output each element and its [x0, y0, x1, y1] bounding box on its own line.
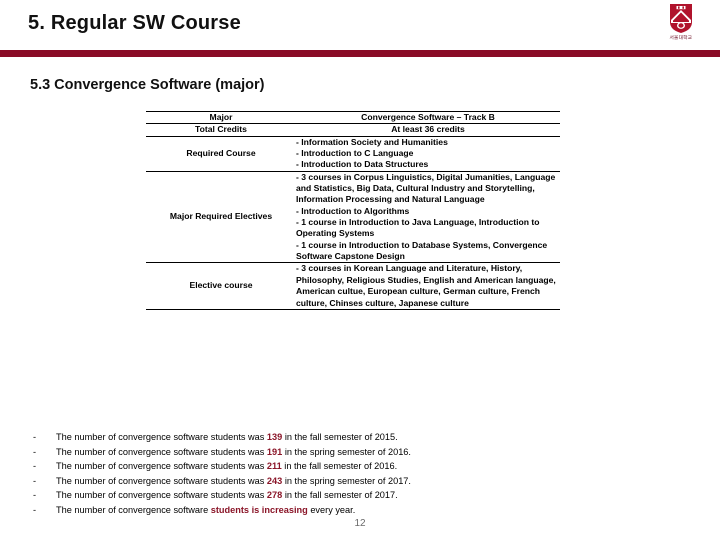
course-line: - Introduction to Data Structures [296, 159, 429, 170]
bullet-dash: - [33, 504, 37, 515]
list-item: - The number of convergence software stu… [28, 474, 628, 489]
list-item: - The number of convergence software stu… [28, 459, 628, 474]
table-row: Total Credits At least 36 credits [146, 123, 560, 137]
note-text: The number of convergence software stude… [56, 459, 628, 474]
note-text: The number of convergence software stude… [56, 488, 628, 503]
row-label: Elective course [146, 262, 296, 310]
curriculum-table: Major Convergence Software – Track B Tot… [146, 110, 560, 310]
note-suffix: in the spring semester of 2016. [282, 446, 411, 457]
table-row: Elective course - 3 courses in Korean La… [146, 262, 560, 310]
note-prefix: The number of convergence software stude… [56, 446, 267, 457]
course-line: - Introduction to Algorithms [296, 205, 410, 216]
course-line: - Information Society and Humanities [296, 136, 448, 147]
university-logo: 서울대학교 [656, 3, 706, 49]
course-line: - 1 course in Introduction to Java Langu… [296, 217, 540, 239]
row-value: - Information Society and Humanities - I… [296, 136, 560, 172]
note-suffix: every year. [307, 504, 356, 515]
note-prefix: The number of convergence software stude… [56, 461, 267, 472]
bullet-dash: - [33, 490, 37, 501]
note-highlight: 211 [266, 461, 282, 472]
bullet-dash: - [33, 475, 37, 486]
row-label: Major [146, 110, 296, 125]
row-label: Required Course [146, 136, 296, 172]
note-suffix: in the spring semester of 2017. [282, 475, 411, 486]
note-highlight: 139 [266, 432, 283, 442]
list-item: - The number of convergence software stu… [28, 503, 628, 518]
section-heading: 5.3 Convergence Software (major) [30, 77, 265, 93]
note-prefix: The number of convergence software [56, 504, 211, 515]
course-line: - Introduction to C Language [296, 148, 414, 159]
row-label: Major Required Electives [146, 171, 296, 264]
table-row: Major Required Electives - 3 courses in … [146, 171, 560, 264]
page-title: 5. Regular SW Course [28, 12, 241, 34]
table-row: Required Course - Information Society an… [146, 136, 560, 172]
list-item: - The number of convergence software stu… [28, 488, 628, 503]
row-value: - 3 courses in Corpus Linguistics, Digit… [296, 171, 560, 264]
note-highlight: 243 [266, 475, 283, 486]
logo-caption: 서울대학교 [669, 34, 693, 41]
row-value: - 3 courses in Korean Language and Liter… [296, 262, 560, 310]
note-highlight: students is increasing [210, 504, 308, 515]
slide-header: 5. Regular SW Course 서울대학교 [0, 0, 720, 50]
header-divider [0, 50, 720, 57]
curriculum-table-body: Major Convergence Software – Track B Tot… [146, 110, 560, 310]
note-suffix: in the fall semester of 2016. [281, 461, 398, 472]
page-number: 12 [354, 518, 366, 529]
course-line: - 3 courses in Korean Language and Liter… [296, 263, 556, 308]
row-value: Convergence Software – Track B [296, 110, 560, 125]
note-highlight: 278 [266, 490, 283, 501]
note-text: The number of convergence software stude… [56, 474, 628, 489]
bullet-dash: - [33, 446, 37, 457]
note-suffix: in the fall semester of 2017. [282, 490, 398, 501]
note-highlight: 191 [266, 446, 283, 457]
statistics-notes: - The number of convergence software stu… [28, 430, 628, 517]
course-line: - 1 course in Introduction to Database S… [296, 239, 548, 262]
note-text: The number of convergence software stude… [56, 445, 628, 460]
note-suffix: in the fall semester of 2015. [282, 432, 398, 442]
university-crest-icon [668, 3, 694, 34]
list-item: - The number of convergence software stu… [28, 430, 628, 445]
row-label: Total Credits [146, 123, 296, 137]
bullet-dash: - [33, 432, 37, 442]
note-prefix: The number of convergence software stude… [56, 490, 267, 501]
note-text: The number of convergence software stude… [56, 430, 628, 445]
note-text: The number of convergence software stude… [56, 503, 628, 518]
note-prefix: The number of convergence software stude… [56, 432, 267, 442]
table-row: Major Convergence Software – Track B [146, 110, 560, 125]
note-prefix: The number of convergence software stude… [56, 475, 267, 486]
course-line: - 3 courses in Corpus Linguistics, Digit… [296, 171, 556, 205]
list-item: - The number of convergence software stu… [28, 445, 628, 460]
row-value: At least 36 credits [296, 123, 560, 137]
bullet-dash: - [33, 461, 37, 472]
